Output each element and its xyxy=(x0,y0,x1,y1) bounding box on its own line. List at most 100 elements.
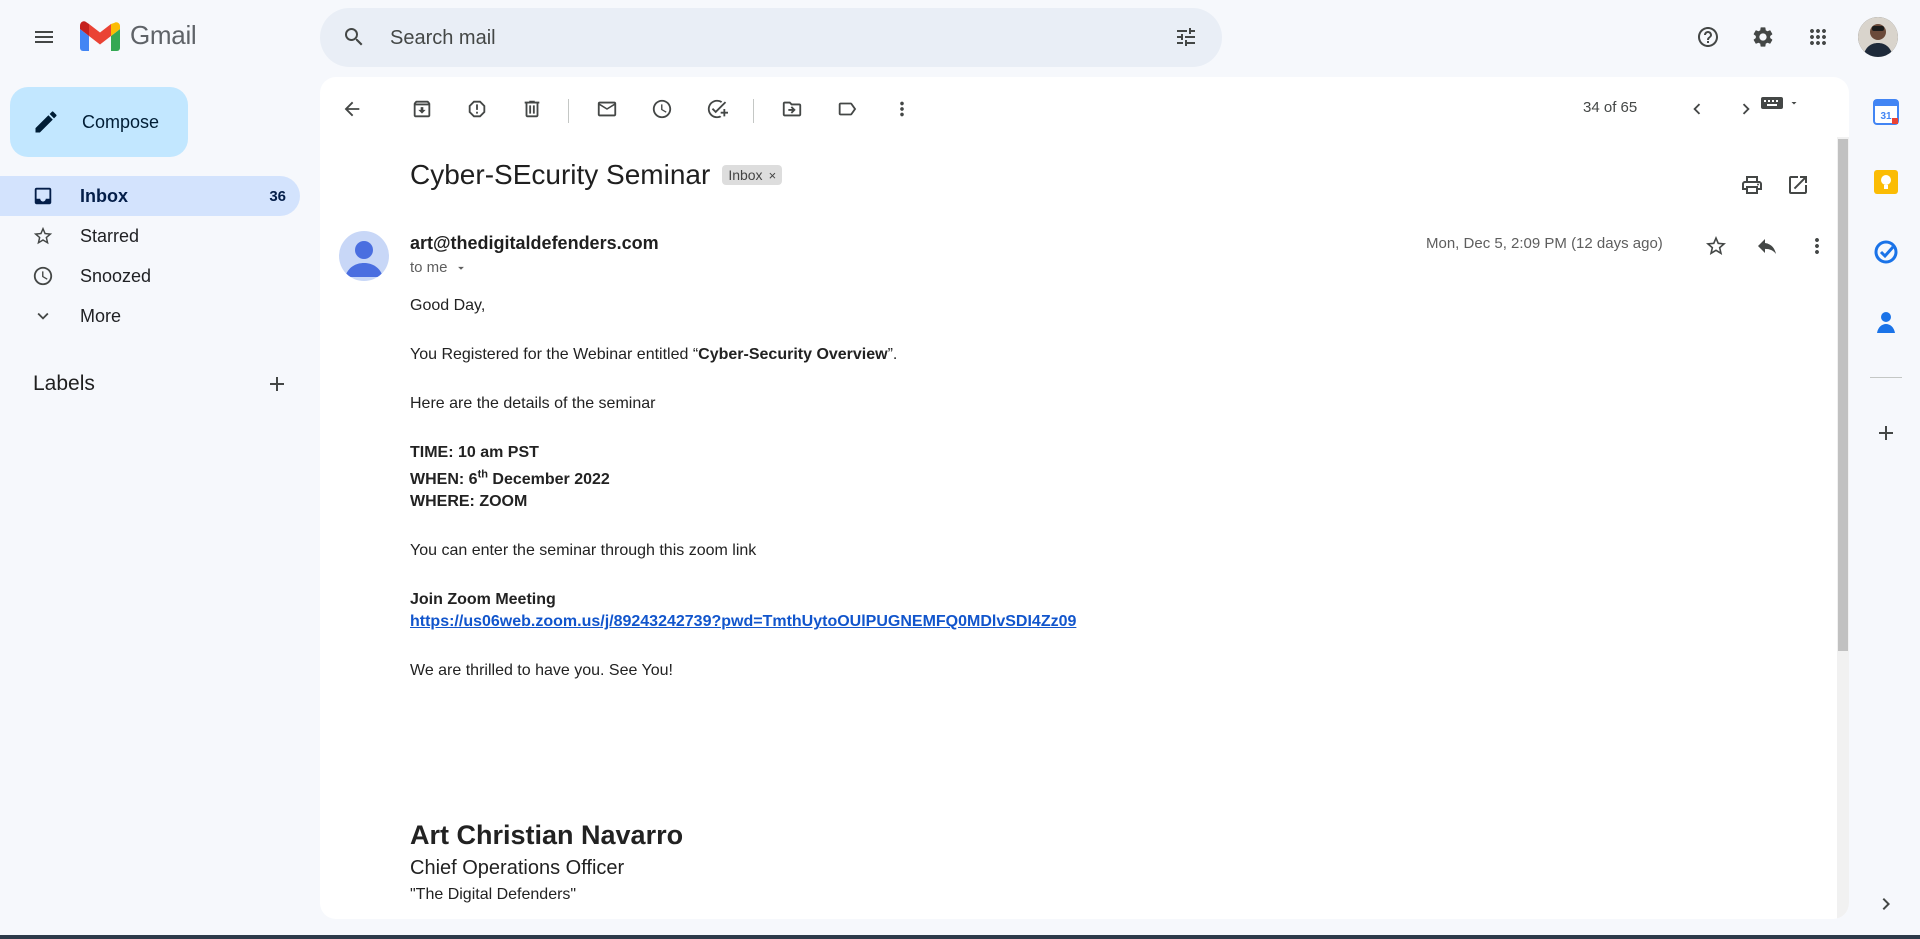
mark-unread-button[interactable] xyxy=(587,89,627,129)
where-line: WHERE: ZOOM xyxy=(410,493,528,511)
account-avatar[interactable] xyxy=(1858,17,1898,57)
inbox-icon xyxy=(34,187,52,205)
details-intro: Here are the details of the seminar xyxy=(410,395,656,412)
star-message-button[interactable] xyxy=(1696,226,1736,266)
search-input[interactable] xyxy=(390,22,1150,54)
folder-move-icon xyxy=(782,101,802,117)
person-icon xyxy=(345,241,383,277)
gmail-m-icon xyxy=(80,20,120,51)
compose-button[interactable]: Compose xyxy=(10,87,188,157)
calendar-day: 31 xyxy=(1880,111,1892,122)
archive-icon xyxy=(413,100,431,118)
keep-app-button[interactable] xyxy=(1873,169,1899,195)
taskbar-edge xyxy=(0,935,1920,939)
labels-heading: Labels xyxy=(33,372,95,395)
report-spam-button[interactable] xyxy=(457,89,497,129)
inbox-label-chip[interactable]: Inbox × xyxy=(722,165,783,185)
side-panel-divider xyxy=(1870,377,1902,378)
plus-icon xyxy=(1879,426,1893,440)
reply-button[interactable] xyxy=(1747,226,1787,266)
more-vert-icon xyxy=(900,101,904,117)
subject-row: Cyber-SEcurity Seminar Inbox × xyxy=(410,159,783,191)
compose-label: Compose xyxy=(82,111,160,132)
back-to-inbox-button[interactable] xyxy=(332,89,372,129)
sidebar-item-inbox[interactable]: Inbox 36 xyxy=(0,176,300,216)
more-actions-button[interactable] xyxy=(882,89,922,129)
email-subject: Cyber-SEcurity Seminar xyxy=(410,159,711,190)
user-photo-icon xyxy=(1858,17,1898,57)
hide-side-panel-button[interactable] xyxy=(1866,884,1906,924)
message-body: Good Day, You Registered for the Webinar… xyxy=(410,295,1710,904)
registration-line: You Registered for the Webinar entitled … xyxy=(410,346,898,363)
signature-organization: "The Digital Defenders" xyxy=(410,886,577,904)
clock-icon xyxy=(652,99,672,119)
add-to-tasks-button[interactable] xyxy=(697,89,737,129)
calendar-app-button[interactable]: 31 xyxy=(1873,99,1899,125)
delete-button[interactable] xyxy=(512,89,552,129)
labels-button[interactable] xyxy=(827,89,867,129)
greeting: Good Day, xyxy=(410,297,486,314)
time-line: TIME: 10 am PST xyxy=(410,444,539,461)
archive-button[interactable] xyxy=(402,89,442,129)
tasks-check-icon xyxy=(1874,240,1898,264)
help-icon xyxy=(1698,27,1718,47)
settings-button[interactable] xyxy=(1743,17,1783,57)
app-name: Gmail xyxy=(130,20,197,50)
sender-avatar[interactable] xyxy=(339,231,389,281)
open-new-window-button[interactable] xyxy=(1778,165,1818,205)
label-chip-text: Inbox xyxy=(728,167,763,183)
search-button[interactable] xyxy=(334,17,374,57)
input-tools-button[interactable] xyxy=(1760,94,1800,112)
message-position: 34 of 65 xyxy=(1583,99,1638,116)
chevron-right-icon xyxy=(1742,103,1750,115)
newer-button[interactable] xyxy=(1677,89,1717,129)
main-menu-button[interactable] xyxy=(24,17,64,57)
keyboard-icon xyxy=(1761,97,1783,109)
search-options-button[interactable] xyxy=(1166,17,1206,57)
sidebar-item-label: More xyxy=(80,305,122,326)
create-label-button[interactable] xyxy=(257,364,297,404)
move-to-button[interactable] xyxy=(772,89,812,129)
star-icon xyxy=(1706,236,1726,255)
google-apps-button[interactable] xyxy=(1798,17,1838,57)
label-icon xyxy=(838,102,857,116)
zoom-link[interactable]: https://us06web.zoom.us/j/89243242739?pw… xyxy=(410,613,1076,630)
search-icon xyxy=(345,28,363,46)
recipient-details[interactable]: to me xyxy=(410,259,468,276)
star-icon xyxy=(33,226,53,245)
sender-address[interactable]: art@thedigitaldefenders.com xyxy=(410,233,659,254)
pencil-icon xyxy=(35,111,57,133)
apps-grid-icon xyxy=(1810,29,1826,45)
chevron-right-icon xyxy=(1882,898,1890,910)
keep-bulb-icon xyxy=(1874,170,1898,194)
recipient-text: to me xyxy=(410,259,448,276)
gmail-logo[interactable]: Gmail xyxy=(80,20,197,51)
signature-name: Art Christian Navarro xyxy=(410,820,684,851)
get-add-ons-button[interactable] xyxy=(1866,413,1906,453)
zoom-intro: You can enter the seminar through this z… xyxy=(410,542,757,560)
sidebar-item-more[interactable]: More xyxy=(0,296,300,336)
print-all-button[interactable] xyxy=(1732,165,1772,205)
snooze-button[interactable] xyxy=(642,89,682,129)
closing-line: We are thrilled to have you. See You! xyxy=(410,662,673,680)
toolbar-divider xyxy=(753,99,754,123)
sidebar-item-snoozed[interactable]: Snoozed xyxy=(0,256,300,296)
add-task-icon xyxy=(707,99,728,119)
report-icon xyxy=(468,100,486,118)
webinar-title: Cyber-Security Overview xyxy=(698,346,888,363)
mail-icon xyxy=(597,101,617,117)
join-heading: Join Zoom Meeting xyxy=(410,591,556,609)
contacts-app-button[interactable] xyxy=(1873,309,1899,335)
message-more-button[interactable] xyxy=(1797,226,1837,266)
tasks-app-button[interactable] xyxy=(1873,239,1899,265)
reply-icon xyxy=(1758,239,1776,254)
caret-down-icon xyxy=(457,266,464,270)
more-vert-icon xyxy=(1815,238,1819,254)
scrollbar-thumb[interactable] xyxy=(1838,139,1848,651)
support-button[interactable] xyxy=(1688,17,1728,57)
toolbar-divider xyxy=(568,99,569,123)
remove-label-button[interactable]: × xyxy=(769,168,777,183)
inbox-unread-count: 36 xyxy=(269,187,286,205)
sidebar-item-starred[interactable]: Starred xyxy=(0,216,300,256)
print-icon xyxy=(1742,176,1762,194)
